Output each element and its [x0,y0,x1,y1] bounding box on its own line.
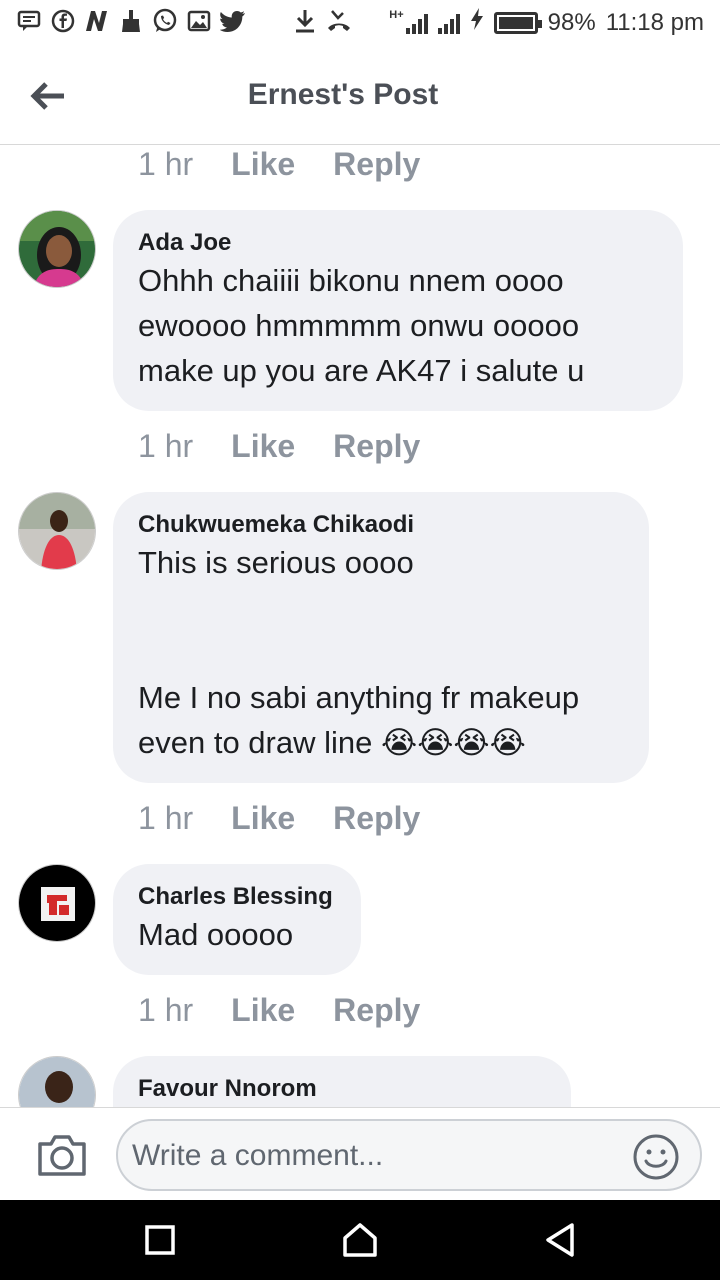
avatar[interactable] [18,1056,96,1108]
comment-text: This is serious oooo Me I no sabi anythi… [138,545,580,760]
gallery-icon [186,8,212,34]
comment-author[interactable]: Ada Joe [138,228,657,258]
battery-icon [493,11,542,34]
network-type: H+ [389,8,404,21]
camera-button[interactable] [36,1132,88,1178]
avatar[interactable] [18,492,96,570]
signal-icon [405,12,428,34]
comment-meta: 1 hr Like Reply [138,800,420,837]
status-time: 11:18 pm [605,8,704,36]
download-icon [292,8,318,34]
facebook-icon [50,8,76,34]
camera-icon [38,1135,86,1176]
page-title: Ernest's Post [247,78,439,111]
charging-icon [470,8,484,37]
emoji-button[interactable] [632,1133,680,1181]
header: Ernest's Post [0,50,720,145]
comment-meta: 1 hr Like Reply [138,992,420,1029]
recent-apps-button[interactable] [140,1220,180,1260]
cleaner-icon [118,8,144,34]
back-icon [546,1223,574,1257]
comment-time: 1 hr [138,992,194,1028]
avatar[interactable] [18,210,96,288]
back-nav-button[interactable] [540,1220,580,1260]
home-icon [343,1223,377,1257]
comment-text: Ohhh chaiiii bikonu nnem oooo ewoooo hmm… [138,263,585,388]
comment-time: 1 hr [138,800,194,836]
comment-composer [0,1107,720,1200]
like-link[interactable]: Like [231,428,295,465]
n-icon [84,8,110,34]
avatar[interactable] [18,864,96,942]
comment-meta: 1 hr Like Reply [138,146,420,183]
comment-text: Mad ooooo [138,917,294,952]
battery-percent: 98% [547,8,596,36]
whatsapp-icon [152,8,178,34]
reply-link[interactable]: Reply [333,146,420,183]
comment-bubble: Favour Nnorom [113,1056,571,1108]
comment-time: 1 hr [138,146,194,182]
comment-bubble: Charles Blessing Mad ooooo [113,864,361,975]
reply-link[interactable]: Reply [333,800,420,837]
signal-icon-2 [437,12,460,34]
comment-input-wrapper [116,1119,702,1191]
comment-author[interactable]: Favour Nnorom [138,1074,545,1104]
message-icon [16,8,42,34]
twitter-icon [220,8,246,34]
comment-input[interactable] [132,1131,632,1181]
like-link[interactable]: Like [231,800,295,837]
comment-meta: 1 hr Like Reply [138,428,420,465]
like-link[interactable]: Like [231,992,295,1029]
system-nav-bar [0,1200,720,1280]
missed-call-icon [326,8,352,34]
smiley-icon [633,1134,679,1180]
comment-author[interactable]: Chukwuemeka Chikaodi [138,510,623,540]
comment-time: 1 hr [138,428,194,464]
comment-author[interactable]: Charles Blessing [138,882,335,912]
reply-link[interactable]: Reply [333,428,420,465]
recent-apps-icon [145,1225,175,1255]
comments-list[interactable]: 1 hr Like Reply Ada Joe Ohhh chaiiii bik… [0,146,720,1108]
comment-bubble: Chukwuemeka Chikaodi This is serious ooo… [113,492,649,783]
home-button[interactable] [340,1220,380,1260]
reply-link[interactable]: Reply [333,992,420,1029]
comment-bubble: Ada Joe Ohhh chaiiii bikonu nnem oooo ew… [113,210,683,411]
status-bar: H+ 98% 11:18 pm [0,0,720,50]
like-link[interactable]: Like [231,146,295,183]
